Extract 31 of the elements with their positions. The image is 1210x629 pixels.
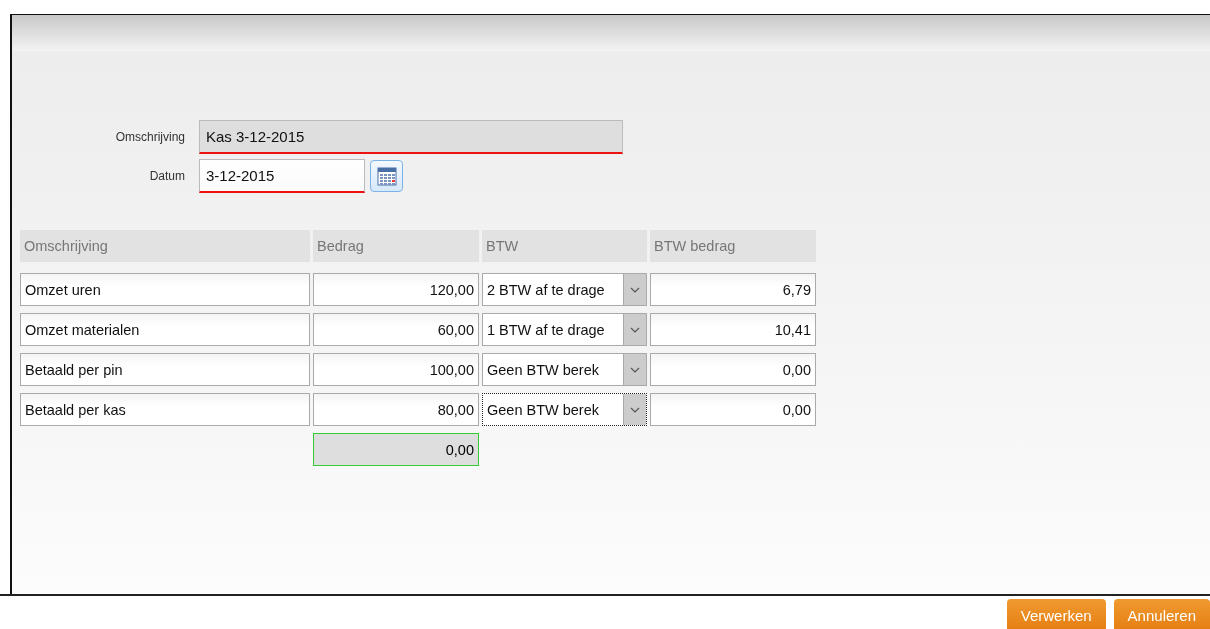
chevron-down-icon	[630, 286, 640, 293]
column-header: Omschrijving	[20, 230, 310, 262]
calendar-icon	[376, 166, 397, 186]
amount-input[interactable]: 60,00	[313, 313, 479, 346]
description-field[interactable]: Kas 3-12-2015	[199, 120, 623, 154]
vat-amount-input[interactable]: 0,00	[650, 393, 816, 426]
vat-amount-input[interactable]: 0,00	[650, 353, 816, 386]
vat-dropdown[interactable]: 1 BTW af te drage	[482, 313, 647, 346]
vat-dropdown[interactable]: 2 BTW af te drage	[482, 273, 647, 306]
chevron-down-icon	[630, 366, 640, 373]
field-label: Omschrijving	[114, 130, 185, 144]
field-label: Datum	[148, 169, 185, 183]
calendar-button[interactable]	[370, 160, 403, 192]
chevron-down-icon	[630, 326, 640, 333]
description-input[interactable]: Omzet materialen	[20, 313, 310, 346]
column-header: BTW bedrag	[650, 230, 816, 262]
date-field[interactable]: 3-12-2015	[199, 159, 365, 193]
vat-amount-input[interactable]: 10,41	[650, 313, 816, 346]
vat-amount-input[interactable]: 6,79	[650, 273, 816, 306]
amount-input[interactable]: 80,00	[313, 393, 479, 426]
column-header: Bedrag	[313, 230, 479, 262]
column-header: BTW	[482, 230, 647, 262]
description-input[interactable]: Betaald per kas	[20, 393, 310, 426]
vat-dropdown[interactable]: Geen BTW berek	[482, 393, 647, 426]
amount-input[interactable]: 100,00	[313, 353, 479, 386]
description-input[interactable]: Betaald per pin	[20, 353, 310, 386]
total-field: 0,00	[313, 433, 479, 466]
amount-input[interactable]: 120,00	[313, 273, 479, 306]
description-input[interactable]: Omzet uren	[20, 273, 310, 306]
vat-dropdown[interactable]: Geen BTW berek	[482, 353, 647, 386]
chevron-down-icon	[630, 406, 640, 413]
